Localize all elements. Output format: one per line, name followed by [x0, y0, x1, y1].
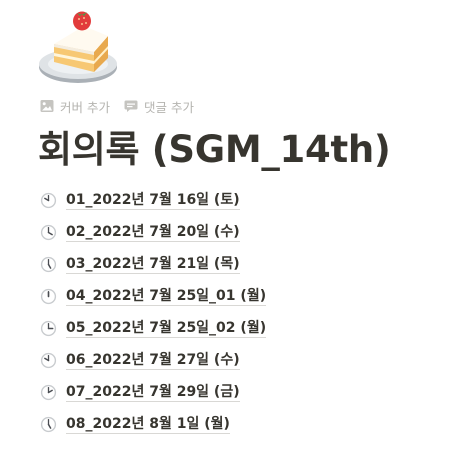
- page-link-item[interactable]: 02_2022년 7월 20일 (수): [40, 216, 460, 248]
- page-controls: 커버 추가 댓글 추가: [40, 96, 194, 116]
- page-link-item[interactable]: 03_2022년 7월 21일 (목): [40, 248, 460, 280]
- page-icon[interactable]: [38, 6, 122, 86]
- add-comment-button[interactable]: 댓글 추가: [124, 97, 194, 116]
- page-link-label: 06_2022년 7월 27일 (수): [66, 351, 240, 370]
- image-icon: [40, 100, 54, 112]
- page-link-label: 01_2022년 7월 16일 (토): [66, 191, 240, 210]
- clock-icon: [40, 288, 57, 305]
- page-link-label: 07_2022년 7월 29일 (금): [66, 383, 240, 402]
- page-title[interactable]: 회의록 (SGM_14th): [38, 124, 391, 176]
- page-link-item[interactable]: 06_2022년 7월 27일 (수): [40, 344, 460, 376]
- page-link-item[interactable]: 07_2022년 7월 29일 (금): [40, 376, 460, 408]
- page-link-item[interactable]: 01_2022년 7월 16일 (토): [40, 184, 460, 216]
- add-comment-label: 댓글 추가: [143, 99, 194, 115]
- clock-icon: [40, 384, 57, 401]
- page-link-label: 05_2022년 7월 25일_02 (월): [66, 319, 267, 338]
- page-link-item[interactable]: 05_2022년 7월 25일_02 (월): [40, 312, 460, 344]
- page-link-label: 02_2022년 7월 20일 (수): [66, 223, 240, 242]
- shortcake-icon: [39, 11, 117, 83]
- add-cover-label: 커버 추가: [60, 99, 110, 115]
- clock-icon: [40, 352, 57, 369]
- clock-icon: [40, 224, 57, 241]
- page-link-label: 08_2022년 8월 1일 (월): [66, 415, 230, 434]
- page-link-label: 03_2022년 7월 21일 (목): [66, 255, 240, 274]
- page-link-item[interactable]: 08_2022년 8월 1일 (월): [40, 408, 460, 440]
- clock-icon: [40, 192, 57, 209]
- comment-icon: [124, 100, 138, 112]
- page-link-list: 01_2022년 7월 16일 (토) 02_2022년 7월 20일 (수) 03…: [40, 184, 460, 440]
- page-link-item[interactable]: 04_2022년 7월 25일_01 (월): [40, 280, 460, 312]
- clock-icon: [40, 320, 57, 337]
- add-cover-button[interactable]: 커버 추가: [40, 97, 110, 116]
- clock-icon: [40, 416, 57, 433]
- page-link-label: 04_2022년 7월 25일_01 (월): [66, 287, 267, 306]
- clock-icon: [40, 256, 57, 273]
